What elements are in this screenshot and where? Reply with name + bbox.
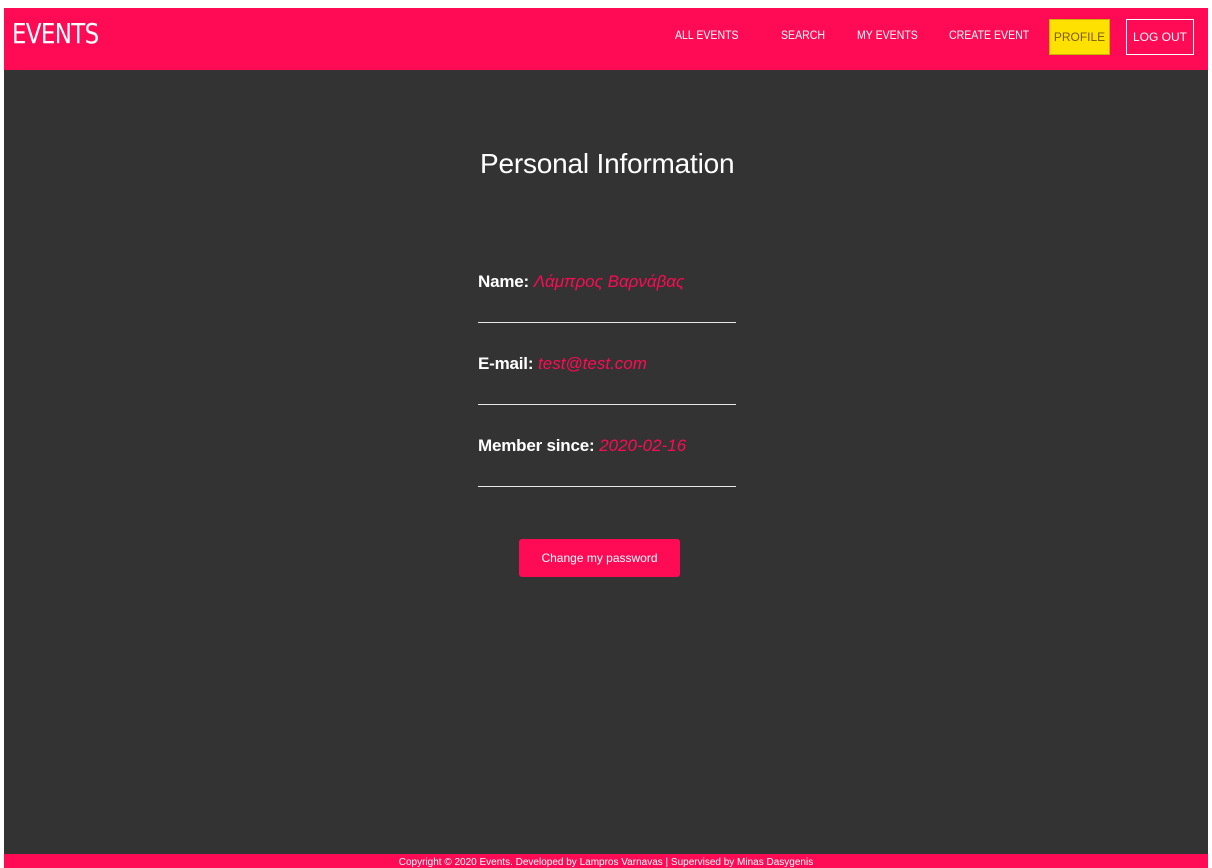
nav-my-events[interactable]: MY EVENTS xyxy=(857,29,918,41)
page-title: Personal Information xyxy=(480,148,735,179)
nav-profile[interactable]: PROFILE xyxy=(1049,19,1110,55)
nav-all-events[interactable]: ALL EVENTS xyxy=(675,29,739,41)
nav-log-out[interactable]: LOG OUT xyxy=(1126,19,1194,55)
name-value: Λάμπρος Βαρνάβας xyxy=(533,272,685,291)
nav-search[interactable]: SEARCH xyxy=(781,29,825,41)
nav-create-event[interactable]: CREATE EVENT xyxy=(949,29,1029,41)
top-navigation-bar: EVENTS ALL EVENTS SEARCH MY EVENTS CREAT… xyxy=(4,8,1208,70)
brand-logo[interactable]: EVENTS xyxy=(12,20,99,48)
change-password-button[interactable]: Change my password xyxy=(519,539,680,577)
member-since-label: Member since: xyxy=(478,436,595,455)
name-label: Name: xyxy=(478,272,529,291)
member-since-value: 2020-02-16 xyxy=(599,436,687,455)
app-viewport: EVENTS ALL EVENTS SEARCH MY EVENTS CREAT… xyxy=(4,8,1208,868)
footer-copyright: Copyright © 2020 Events. Developed by La… xyxy=(398,857,814,868)
email-row: E-mail: test@test.com xyxy=(478,354,736,374)
email-divider xyxy=(478,404,736,405)
email-value: test@test.com xyxy=(538,354,647,373)
footer: Copyright © 2020 Events. Developed by La… xyxy=(4,854,1208,868)
email-label: E-mail: xyxy=(478,354,534,373)
member-since-row: Member since: 2020-02-16 xyxy=(478,436,736,456)
name-divider xyxy=(478,322,736,323)
member-since-divider xyxy=(478,486,736,487)
name-row: Name: Λάμπρος Βαρνάβας xyxy=(478,272,736,292)
